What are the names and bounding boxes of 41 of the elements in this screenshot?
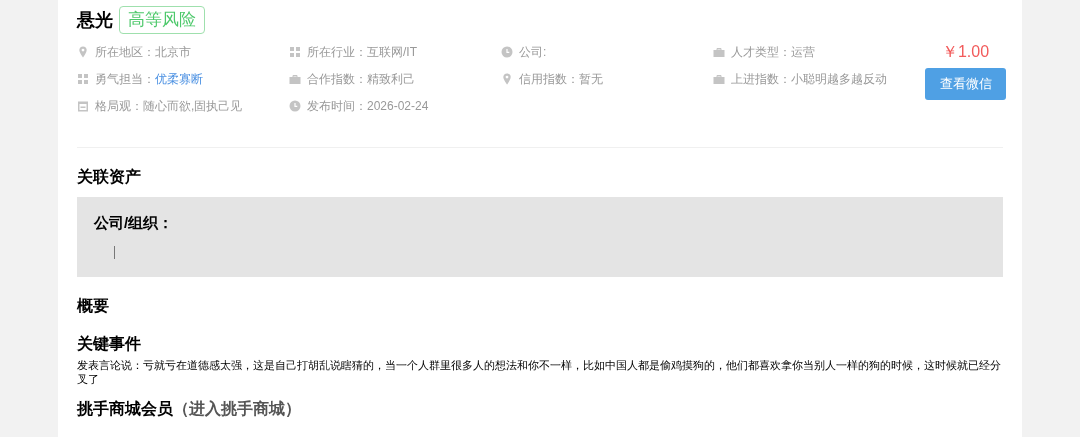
info-value: 北京市 [155,44,191,61]
info-link[interactable]: 优柔寡断 [155,70,203,88]
info-label: 发布时间： [307,98,367,115]
info-label: 勇气担当： [95,71,155,88]
info-value: 互联网/IT [367,44,417,61]
grid-icon [289,46,301,58]
info-label: 所在地区： [95,44,155,61]
info-label: 上进指数： [731,71,791,88]
info-value: 暂无 [579,71,603,88]
section-title: 概要 [77,296,110,316]
calendar-icon [77,100,89,112]
section-title: 关联资产 [77,167,142,187]
view-wechat-button[interactable]: 查看微信 [925,68,1006,100]
info-label: 所在行业： [307,44,367,61]
info-label: 信用指数： [519,71,579,88]
section-title: 挑手商城会员 [77,399,173,419]
briefcase-icon [713,46,725,58]
enter-mall-link[interactable]: （进入挑手商城） [173,398,301,420]
info-value: 2026-02-24 [367,98,429,115]
briefcase-icon [289,73,301,85]
briefcase-icon [713,73,725,85]
info-value: 随心而欲,固执己见 [143,98,243,115]
clock-icon [501,46,513,58]
info-value: 精致利己 [367,71,415,88]
clock-icon [289,100,301,112]
info-label: 人才类型： [731,44,791,61]
event-description: 发表言论说：亏就亏在道德感太强，这是自己打胡乱说瞎猜的，当一个人群里很多人的想法和你不一样，比如中国人都是偷鸡摸狗的，他们都喜欢拿你当别人一样的狗的时候，这时候就已经分叉了 [77,358,1002,386]
price: ￥1.00 [941,42,990,62]
text-cursor [114,246,115,259]
info-label: 格局观： [95,98,143,115]
info-label: 合作指数： [307,71,367,88]
location-pin-icon [77,46,89,58]
grid-icon [77,73,89,85]
info-value: 运营 [791,44,815,61]
info-value: 小聪明越多越反动 [791,71,887,88]
risk-badge: 高等风险 [119,6,205,34]
info-label: 公司: [519,44,547,61]
assets-label: 公司/组织： [94,213,174,233]
location-pin-icon [501,73,513,85]
section-title: 关键事件 [77,334,142,354]
profile-name: 悬光 [77,8,113,32]
